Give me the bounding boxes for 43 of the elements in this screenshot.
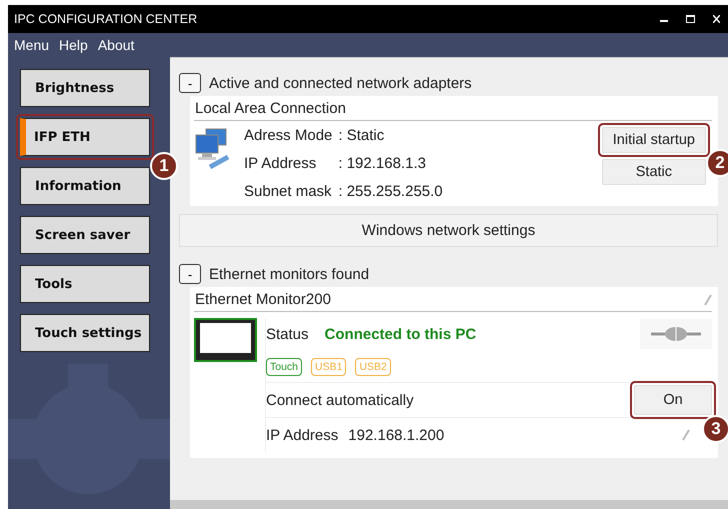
close-icon[interactable] [713,15,720,23]
feature-tag: USB2 [355,358,391,376]
maximize-icon[interactable] [686,15,695,23]
network-settings-button[interactable]: Windows network settings [179,214,718,247]
connection-name: Local Area Connection [195,100,346,117]
status-label: Status [266,326,309,342]
collapse-button[interactable]: - [179,73,201,93]
status-text: Connected to this PC [324,326,478,342]
callout-badge: 1 [150,152,178,180]
menu-item[interactable]: Menu [14,37,50,53]
field-value: : 255.255.255.0 [338,183,444,200]
monitor-thumbnail [194,318,257,362]
plug-icon [651,326,701,342]
window-title: IPC CONFIGURATION CENTER [14,12,198,26]
menu-item[interactable]: Help [59,37,88,53]
collapse-button[interactable]: - [179,264,201,284]
field-label: Subnet mask [244,183,332,200]
sidebar-tab[interactable]: Tools [20,265,150,303]
callout-badge: 3 [702,415,728,443]
field-label: Adress Mode [244,127,332,144]
plug-button[interactable] [640,319,712,349]
feature-tag: USB1 [311,358,346,376]
sidebar-tab[interactable]: Information [20,167,150,205]
mode-button[interactable]: Initial startup [602,127,706,153]
callout-badge: 2 [706,149,728,177]
field-label: IP Address [244,155,318,172]
auto-connect-button[interactable]: On [634,385,712,415]
monitor-name: Ethernet Monitor200 [195,291,331,308]
section-title: Active and connected network adapters [209,74,472,92]
ip-value: 192.168.1.200 [348,426,444,444]
section-title: Ethernet monitors found [209,266,370,282]
sidebar-tab[interactable]: Screen saver [20,216,150,254]
menu-item[interactable]: About [98,37,134,53]
feature-tag: Touch [266,358,302,376]
field-value: : Static [338,127,386,144]
field-value: : 192.168.1.3 [338,155,427,172]
ip-label: IP Address [266,426,338,444]
auto-connect-label: Connect automatically [266,392,414,408]
sidebar-tab[interactable]: Touch settings [20,314,150,352]
network-computers-icon [194,127,232,171]
sidebar-tab[interactable]: Brightness [20,69,150,107]
mode-button[interactable]: Static [602,159,706,185]
sidebar-tab[interactable]: IFP ETH [20,118,150,156]
